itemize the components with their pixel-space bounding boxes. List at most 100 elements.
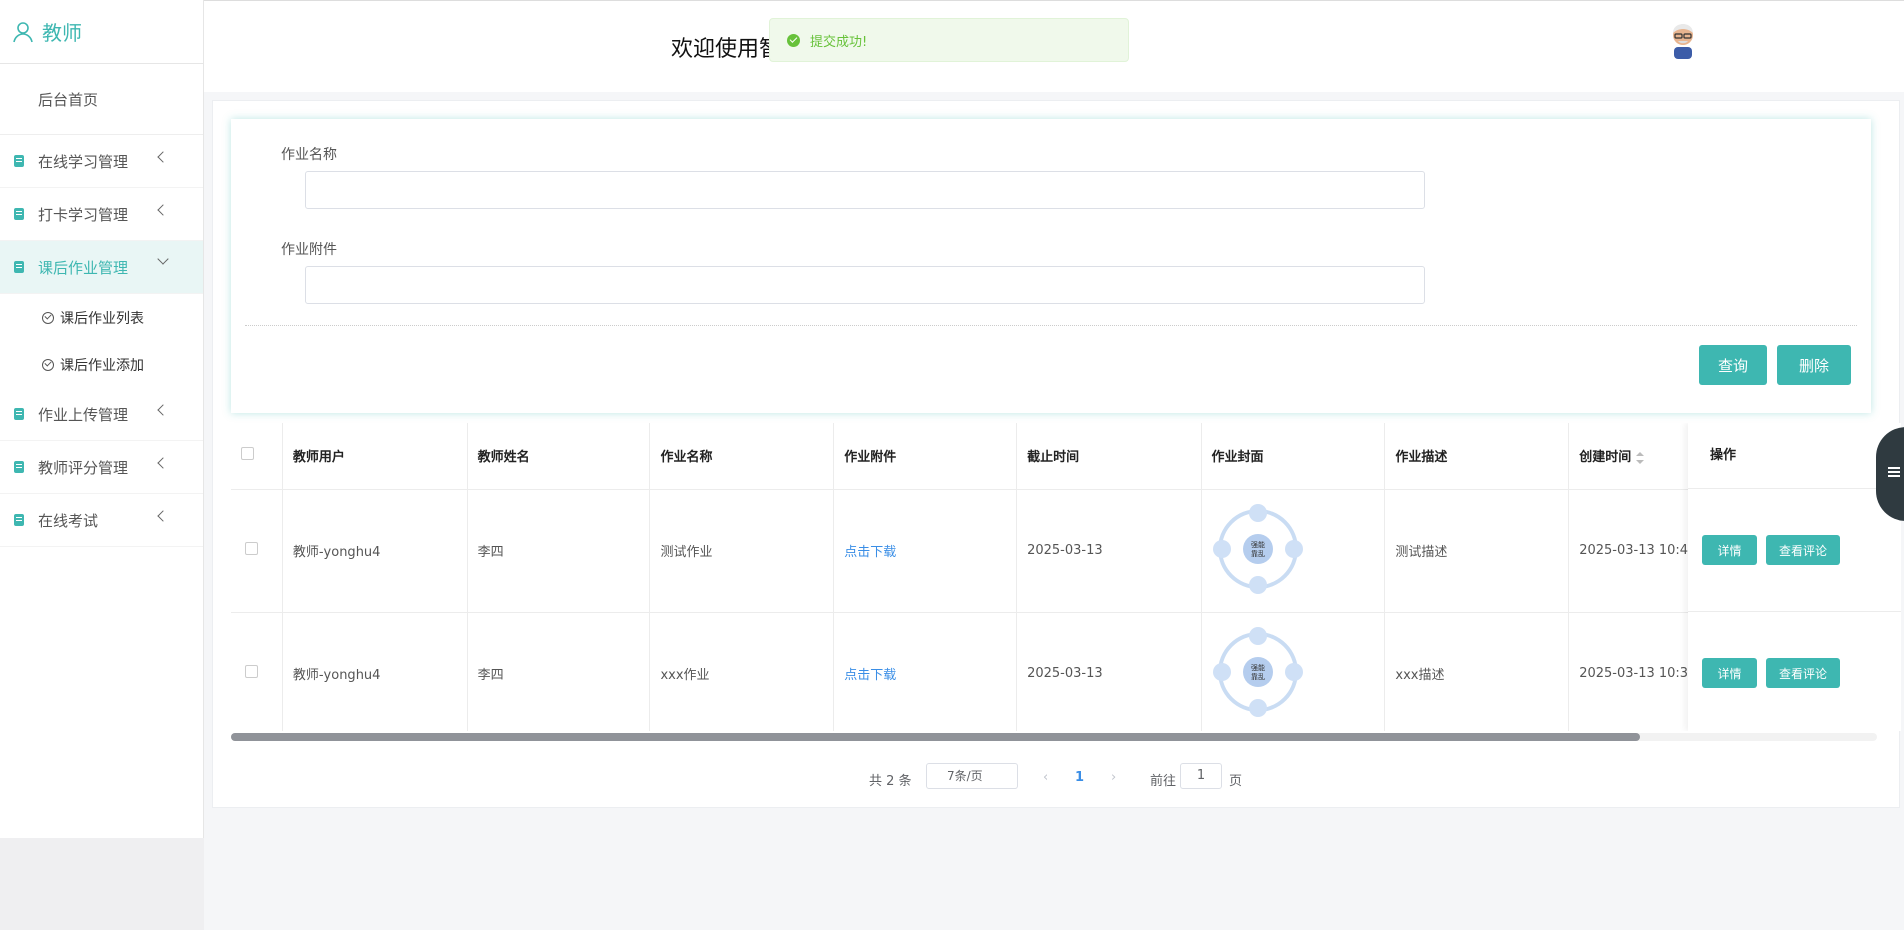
goto-label: 前往 [1150,774,1177,789]
top-bar: 欢迎使用智 提交成功! [204,0,1904,92]
column-header: 操作 [1688,423,1901,489]
cell-attachment: 点击下载 [833,612,1018,731]
sidebar-item-upload[interactable]: 作业上传管理 [0,388,203,441]
sidebar: 教师 后台首页 在线学习管理 打卡学习管理 课后作业管理 课后作业列表 课后作业… [0,0,204,930]
page-size-select[interactable]: 7条/页 [926,763,1018,789]
horizontal-scrollbar[interactable] [231,733,1877,741]
column-header: 作业附件 [833,423,1018,490]
detail-button[interactable]: 详情 [1702,658,1757,688]
sidebar-item-exam[interactable]: 在线考试 [0,494,203,547]
cover-image[interactable]: 强能 靠乱 [1212,624,1304,720]
chevron-left-icon [157,510,169,522]
welcome-title: 欢迎使用智 [671,37,782,62]
sidebar-subitem-label: 课后作业列表 [60,310,144,327]
prev-page-button[interactable]: ‹ [1043,770,1048,785]
homework-name-input[interactable] [305,171,1425,209]
next-page-button[interactable]: › [1111,770,1116,785]
cell-name: 李四 [467,489,651,613]
cell-deadline: 2025-03-13 [1016,489,1202,613]
column-header: 作业名称 [649,423,835,490]
sidebar-subitem-homework-add[interactable]: 课后作业添加 [0,341,203,388]
document-icon [14,461,24,473]
select-all-checkbox[interactable] [241,447,254,461]
row-select-cell [231,489,283,613]
cell-name: 李四 [467,612,651,731]
main-area: 欢迎使用智 提交成功! 作业名称 作业附件 查询 删除 教师用户 教师姓名 作业… [204,0,1904,930]
cell-user: 教师-yonghu4 [282,612,468,731]
search-form: 作业名称 作业附件 查询 删除 [231,119,1871,413]
cell-cover: 强能 靠乱 [1201,612,1386,731]
document-icon [14,261,24,273]
sidebar-item-label: 打卡学习管理 [38,205,129,224]
svg-text:强能: 强能 [1251,540,1265,549]
sidebar-brand: 教师 [0,0,203,64]
avatar[interactable] [1670,23,1696,59]
ops-cell: 详情 查看评论 [1688,612,1901,731]
sidebar-item-online-learning[interactable]: 在线学习管理 [0,135,203,188]
view-comments-button[interactable]: 查看评论 [1766,658,1840,688]
detail-button[interactable]: 详情 [1702,535,1757,565]
sidebar-item-home[interactable]: 后台首页 [0,64,203,135]
view-comments-button[interactable]: 查看评论 [1766,535,1840,565]
cell-title: 测试作业 [649,489,835,613]
scrollbar-thumb[interactable] [231,733,1640,741]
sort-icon[interactable] [1636,451,1645,464]
chevron-left-icon [157,204,169,216]
sidebar-item-label: 作业上传管理 [38,405,129,424]
sidebar-panel: 教师 后台首页 在线学习管理 打卡学习管理 课后作业管理 课后作业列表 课后作业… [0,0,204,838]
chevron-down-icon [157,253,169,265]
sidebar-subitem-homework-list[interactable]: 课后作业列表 [0,294,203,341]
cell-user: 教师-yonghu4 [282,489,468,613]
document-icon [14,408,24,420]
toast-message: 提交成功! [810,34,868,50]
svg-text:靠乱: 靠乱 [1251,672,1265,681]
success-icon [787,33,800,47]
pagination-total: 共 2 条 [869,774,912,789]
column-header: 教师用户 [282,423,468,490]
delete-button[interactable]: 删除 [1777,345,1851,385]
row-checkbox[interactable] [245,542,258,555]
column-header-label: 创建时间 [1579,450,1632,466]
chevron-left-icon [157,457,169,469]
divider [245,325,1857,326]
sidebar-item-homework[interactable]: 课后作业管理 [0,241,203,294]
goto-page-input[interactable]: 1 [1180,763,1222,789]
sidebar-item-checkin[interactable]: 打卡学习管理 [0,188,203,241]
column-header: 教师姓名 [467,423,651,490]
sidebar-item-label: 课后作业管理 [38,258,129,277]
side-drawer-handle[interactable] [1876,427,1904,521]
success-toast: 提交成功! [769,18,1129,62]
page-number-current[interactable]: 1 [1075,770,1084,785]
document-icon [14,155,24,167]
check-circle-icon [42,311,54,324]
select-all-cell [231,423,283,490]
column-header: 截止时间 [1016,423,1202,490]
row-checkbox[interactable] [245,665,258,678]
homework-attachment-input[interactable] [305,266,1425,304]
download-link[interactable]: 点击下载 [844,545,896,560]
sidebar-item-grading[interactable]: 教师评分管理 [0,441,203,494]
content-card: 作业名称 作业附件 查询 删除 教师用户 教师姓名 作业名称 作业附件 截止时间… [212,100,1901,808]
menu-icon [1888,471,1900,473]
cover-image[interactable]: 强能 靠乱 [1212,501,1304,597]
sidebar-item-label: 在线考试 [38,511,99,530]
sidebar-item-label: 教师评分管理 [38,458,129,477]
user-icon [13,21,33,42]
fixed-ops-column: 操作 详情 查看评论 详情 查看评论 [1688,423,1901,731]
download-link[interactable]: 点击下载 [844,668,896,683]
query-button[interactable]: 查询 [1699,345,1767,385]
column-header: 作业描述 [1384,423,1570,490]
brand-title: 教师 [42,21,82,45]
check-circle-icon [42,358,54,371]
document-icon [14,514,24,526]
pagination: 共 2 条 7条/页 ‹ 1 › 前往 1 页 [213,763,1901,791]
chevron-left-icon [157,404,169,416]
svg-text:靠乱: 靠乱 [1251,549,1265,558]
sidebar-subitem-label: 课后作业添加 [60,357,144,374]
cell-desc: xxx描述 [1384,612,1570,731]
cell-attachment: 点击下载 [833,489,1018,613]
cell-cover: 强能 靠乱 [1201,489,1386,613]
cell-desc: 测试描述 [1384,489,1570,613]
table-row: 教师-yonghu4 李四 xxx作业 点击下载 2025-03-13 强能 靠… [231,612,1901,731]
row-select-cell [231,612,283,731]
